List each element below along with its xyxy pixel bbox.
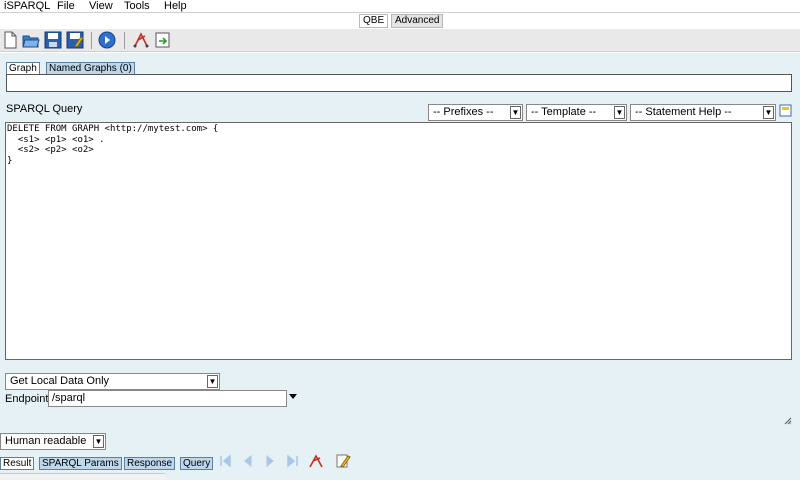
statement-help-select-value: -- Statement Help -- xyxy=(635,106,732,118)
save-icon[interactable] xyxy=(44,31,62,49)
menu-bar: iSPARQL File View Tools Help xyxy=(0,0,800,13)
toolbar-separator xyxy=(124,32,125,49)
open-folder-icon[interactable] xyxy=(22,31,40,49)
load-icon[interactable] xyxy=(154,31,172,49)
menu-file[interactable]: File xyxy=(57,0,75,13)
endpoint-dropdown-icon[interactable] xyxy=(289,394,297,399)
menu-help[interactable]: Help xyxy=(164,0,187,13)
mode-tabs: QBE Advanced xyxy=(0,13,800,29)
result-format-select[interactable]: Human readable ▼ xyxy=(0,433,106,450)
editor-options-icon[interactable] xyxy=(779,104,792,117)
chevron-down-icon: ▼ xyxy=(207,375,218,388)
graph-view-icon[interactable] xyxy=(132,31,150,49)
template-select-value: -- Template -- xyxy=(531,106,597,118)
new-document-icon[interactable] xyxy=(1,31,19,49)
save-as-icon[interactable] xyxy=(66,31,84,49)
tab-query[interactable]: Query xyxy=(180,457,214,470)
statement-help-select[interactable]: -- Statement Help -- ▼ xyxy=(630,104,776,121)
data-retrieval-select-value: Get Local Data Only xyxy=(10,375,110,387)
menu-app-name[interactable]: iSPARQL xyxy=(4,0,50,13)
endpoint-input[interactable]: /sparql xyxy=(48,390,287,407)
chevron-down-icon: ▼ xyxy=(93,435,104,448)
last-page-icon[interactable] xyxy=(284,454,300,468)
endpoint-label: Endpoint xyxy=(5,393,49,405)
result-format-select-value: Human readable xyxy=(5,435,87,447)
tab-sparql-params[interactable]: SPARQL Params xyxy=(39,457,122,470)
first-page-icon[interactable] xyxy=(218,454,234,468)
prefixes-select-value: -- Prefixes -- xyxy=(433,106,494,118)
menu-view[interactable]: View xyxy=(89,0,113,13)
sparql-query-editor[interactable]: DELETE FROM GRAPH <http://mytest.com> { … xyxy=(5,122,792,360)
tab-response[interactable]: Response xyxy=(124,457,176,470)
prefixes-select[interactable]: -- Prefixes -- ▼ xyxy=(428,104,523,121)
run-query-icon[interactable] xyxy=(98,31,116,49)
tab-advanced[interactable]: Advanced xyxy=(391,14,444,28)
next-page-icon[interactable] xyxy=(262,454,278,468)
menu-tools[interactable]: Tools xyxy=(124,0,150,13)
previous-page-icon[interactable] xyxy=(240,454,256,468)
toolbar-separator xyxy=(91,32,92,49)
data-retrieval-select[interactable]: Get Local Data Only ▼ xyxy=(5,373,220,390)
sparql-query-label: SPARQL Query xyxy=(6,103,83,115)
edit-icon[interactable] xyxy=(335,454,351,468)
chevron-down-icon: ▼ xyxy=(510,106,521,119)
toolbar xyxy=(0,29,800,52)
template-select[interactable]: -- Template -- ▼ xyxy=(526,104,627,121)
tab-result[interactable]: Result xyxy=(0,457,35,470)
graph-view-icon[interactable] xyxy=(308,454,324,468)
result-panel-edge xyxy=(0,473,165,480)
chevron-down-icon: ▼ xyxy=(763,106,774,119)
resize-handle-icon[interactable] xyxy=(784,417,792,425)
tab-qbe[interactable]: QBE xyxy=(359,14,389,28)
graph-input[interactable] xyxy=(6,74,792,92)
chevron-down-icon: ▼ xyxy=(614,106,625,119)
